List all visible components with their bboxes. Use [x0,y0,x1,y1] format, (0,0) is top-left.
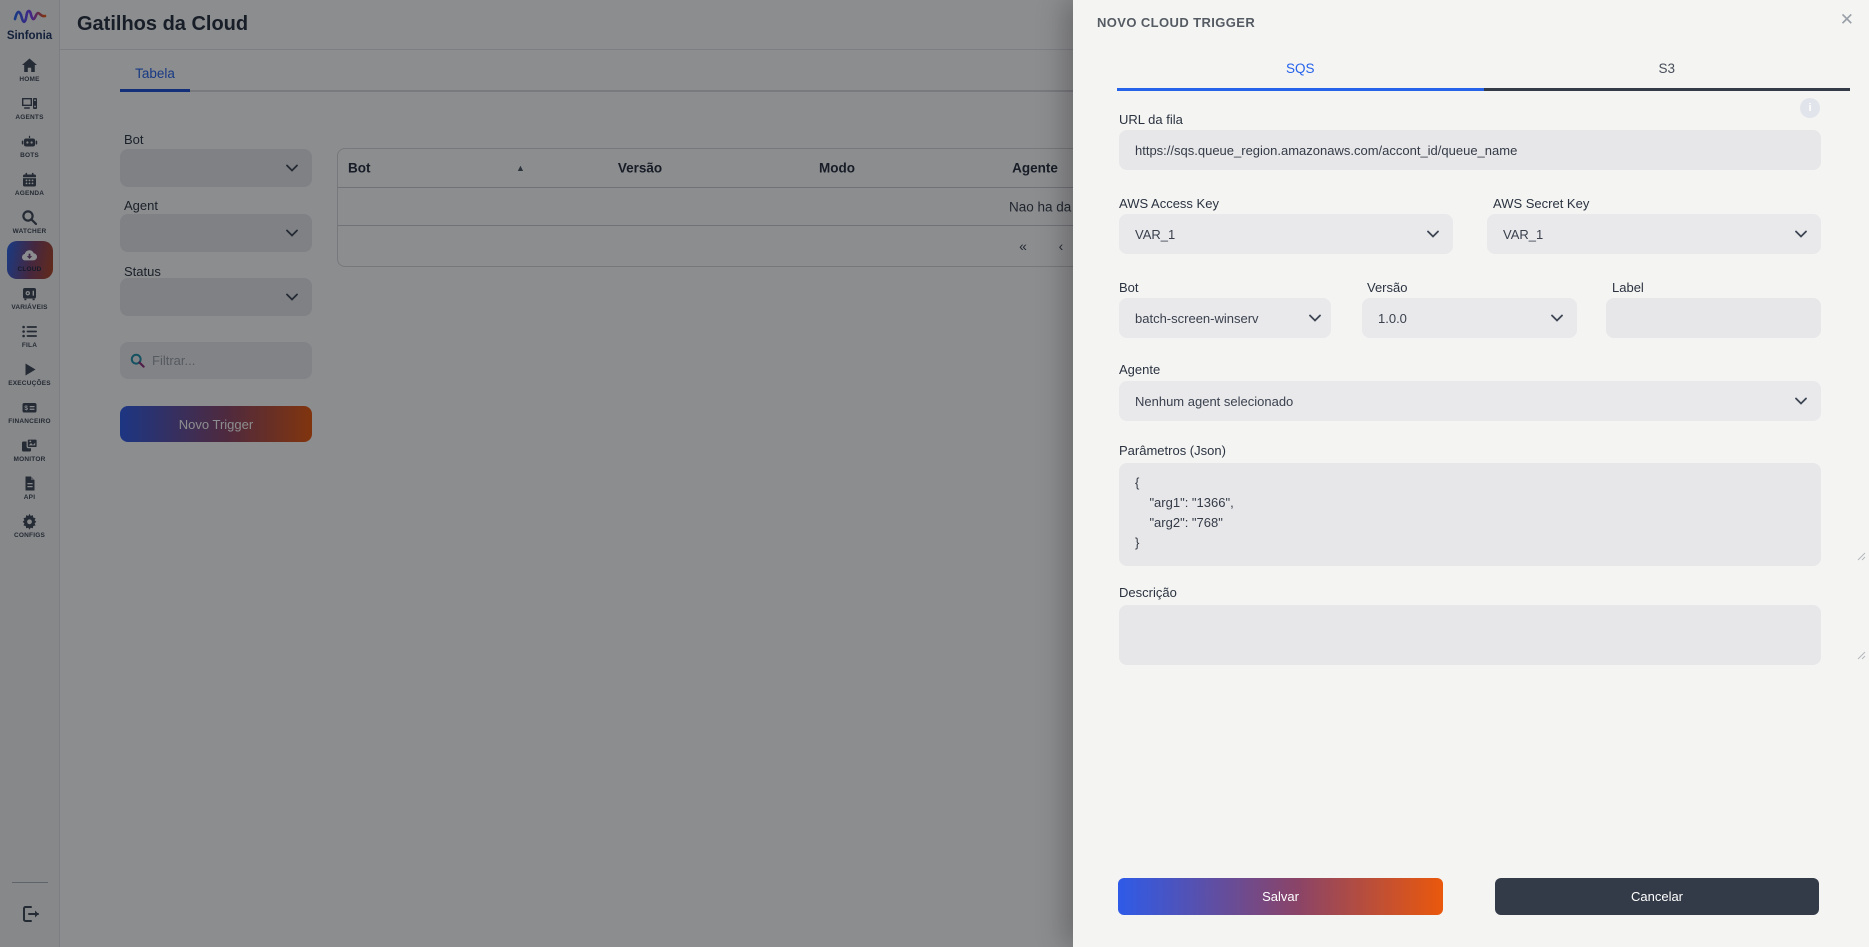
chevron-down-icon [1795,230,1807,238]
label-input[interactable] [1606,298,1821,338]
description-textarea[interactable] [1119,605,1821,665]
url-label: URL da fila [1119,112,1183,127]
chevron-down-icon [1795,397,1807,405]
resize-handle-icon[interactable] [1857,552,1866,561]
bot-select[interactable]: batch-screen-winserv [1119,298,1331,338]
modal-title: NOVO CLOUD TRIGGER [1097,15,1255,30]
chevron-down-icon [1551,314,1563,322]
secret-key-value: VAR_1 [1503,227,1543,242]
chevron-down-icon [1427,230,1439,238]
modal-backdrop[interactable] [0,0,1073,947]
cancel-button[interactable]: Cancelar [1495,878,1819,915]
description-label: Descrição [1119,585,1177,600]
tab-sqs[interactable]: SQS [1117,55,1484,91]
app-window: Sinfonia HOME AGENTS BOTS AGENDA WATCHER… [0,0,1869,947]
version-select[interactable]: 1.0.0 [1362,298,1577,338]
new-cloud-trigger-modal: NOVO CLOUD TRIGGER ✕ SQS S3 i URL da fil… [1073,0,1869,947]
params-label: Parâmetros (Json) [1119,443,1226,458]
version-label: Versão [1367,280,1407,295]
agent-value: Nenhum agent selecionado [1135,394,1293,409]
bot-label: Bot [1119,280,1139,295]
close-icon[interactable]: ✕ [1840,11,1854,28]
agent-select[interactable]: Nenhum agent selecionado [1119,381,1821,421]
secret-key-label: AWS Secret Key [1493,196,1589,211]
access-key-value: VAR_1 [1135,227,1175,242]
secret-key-select[interactable]: VAR_1 [1487,214,1821,254]
label-field-label: Label [1612,280,1644,295]
modal-tabs: SQS S3 [1117,55,1850,91]
version-value: 1.0.0 [1378,311,1407,326]
bot-value: batch-screen-winserv [1135,311,1259,326]
access-key-label: AWS Access Key [1119,196,1219,211]
params-textarea[interactable]: { "arg1": "1366", "arg2": "768" } [1119,463,1821,566]
tab-s3[interactable]: S3 [1484,55,1851,91]
save-button[interactable]: Salvar [1118,878,1443,915]
info-icon[interactable]: i [1800,98,1820,118]
resize-handle-icon[interactable] [1857,651,1866,660]
chevron-down-icon [1309,314,1321,322]
url-input[interactable] [1119,130,1821,170]
agent-label: Agente [1119,362,1160,377]
access-key-select[interactable]: VAR_1 [1119,214,1453,254]
